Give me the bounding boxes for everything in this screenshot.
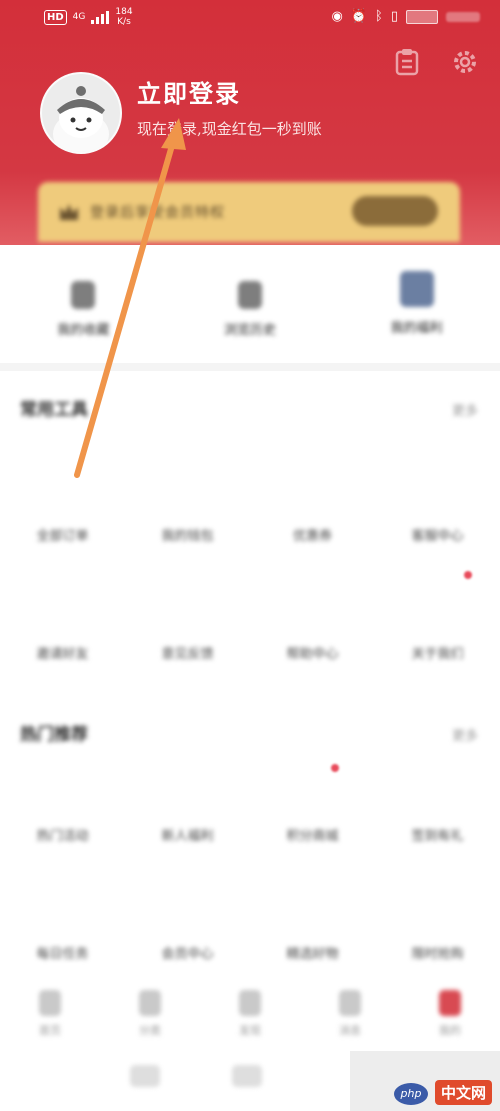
grid-item[interactable]: 我的钱包 — [125, 475, 250, 593]
profile-header: HD 4G 184 K/s ◉ ⏰ ᛒ ▯ 立即登录 现在登录,现金红包一秒到账… — [0, 0, 500, 245]
tools-grid: 全部订单 我的钱包 优惠券 客服中心 邀请好友 意见反馈 帮助中心 关于我们 — [0, 475, 500, 711]
settings-icon[interactable] — [452, 48, 478, 76]
message-icon — [339, 990, 361, 1016]
eye-icon: ◉ — [331, 9, 343, 24]
grid-item[interactable]: 签到有礼 — [375, 775, 500, 893]
grid-item[interactable]: 优惠券 — [250, 475, 375, 593]
back-icon[interactable] — [130, 1065, 160, 1087]
watermark: php 中文网 — [350, 1051, 500, 1111]
grid-item[interactable]: 帮助中心 — [250, 593, 375, 711]
alarm-icon: ⏰ — [350, 9, 368, 24]
login-title[interactable]: 立即登录 — [137, 74, 241, 109]
tab-category[interactable]: 分类 — [120, 980, 180, 1060]
grid-item[interactable]: 热门活动 — [0, 775, 125, 893]
bottom-icons — [130, 1065, 262, 1087]
grid-item[interactable]: 关于我们 — [375, 593, 500, 711]
clock — [446, 11, 480, 22]
avatar[interactable] — [40, 72, 122, 154]
battery-icon — [406, 9, 438, 24]
recommend-grid: 热门活动 新人福利 积分商城 签到有礼 每日任务 会员中心 精选好物 限时抢购 — [0, 775, 500, 1011]
discover-icon — [239, 990, 261, 1016]
star-icon — [71, 281, 96, 309]
login-subtitle[interactable]: 现在登录,现金红包一秒到账 — [137, 118, 322, 139]
home-nav-icon[interactable] — [232, 1065, 262, 1087]
grid-item[interactable]: 客服中心 — [375, 475, 500, 593]
grid-item[interactable]: 全部订单 — [0, 475, 125, 593]
quick-action-history[interactable]: 浏览历史 — [190, 265, 310, 355]
grid-item[interactable]: 积分商城 — [250, 775, 375, 893]
tab-home[interactable]: 首页 — [20, 980, 80, 1060]
crown-icon — [60, 204, 78, 220]
watermark-text: 中文网 — [434, 1080, 492, 1105]
profile-icon — [439, 990, 461, 1016]
section-more-tools[interactable]: 更多 — [452, 400, 478, 419]
tab-messages[interactable]: 消息 — [320, 980, 380, 1060]
tab-discover[interactable]: 发现 — [220, 980, 280, 1060]
clock-icon — [237, 281, 262, 309]
category-icon — [139, 990, 161, 1016]
quick-action-welfare[interactable]: 我的福利 — [357, 265, 477, 355]
bottom-tab-bar: 首页 分类 发现 消息 我的 — [0, 980, 500, 1060]
cartoon-avatar-icon — [53, 86, 109, 152]
signal-icon — [91, 10, 110, 24]
section-more-recommend[interactable]: 更多 — [452, 725, 478, 744]
grid-item[interactable]: 意见反馈 — [125, 593, 250, 711]
bluetooth-icon: ᛒ — [375, 9, 383, 24]
quick-actions: 我的收藏 浏览历史 我的福利 — [0, 265, 500, 355]
vip-banner-text: 登录后享受会员特权 — [90, 205, 225, 221]
divider — [0, 363, 500, 371]
clipboard-icon[interactable] — [394, 48, 420, 76]
php-logo: php — [394, 1083, 428, 1105]
grid-item[interactable]: 新人福利 — [125, 775, 250, 893]
network-type: 4G — [72, 12, 86, 22]
gift-icon — [399, 271, 434, 307]
vibrate-icon: ▯ — [390, 9, 398, 24]
home-icon — [39, 990, 61, 1016]
tab-mine[interactable]: 我的 — [420, 980, 480, 1060]
status-bar: HD 4G 184 K/s ◉ ⏰ ᛒ ▯ — [0, 0, 500, 34]
vip-banner[interactable]: 登录后享受会员特权 — [38, 182, 460, 242]
section-title-tools: 常用工具 — [20, 400, 88, 420]
section-title-recommend: 热门推荐 — [20, 725, 88, 745]
vip-open-button[interactable] — [352, 196, 438, 226]
network-speed: 184 K/s — [115, 7, 133, 27]
grid-item[interactable]: 邀请好友 — [0, 593, 125, 711]
content-panel: 我的收藏 浏览历史 我的福利 常用工具 更多 全部订单 我的钱包 优惠券 客服中… — [0, 245, 500, 1111]
quick-action-favorites[interactable]: 我的收藏 — [23, 265, 143, 355]
hd-badge: HD — [44, 9, 67, 25]
notification-dot — [464, 571, 472, 579]
notification-dot — [331, 764, 339, 772]
